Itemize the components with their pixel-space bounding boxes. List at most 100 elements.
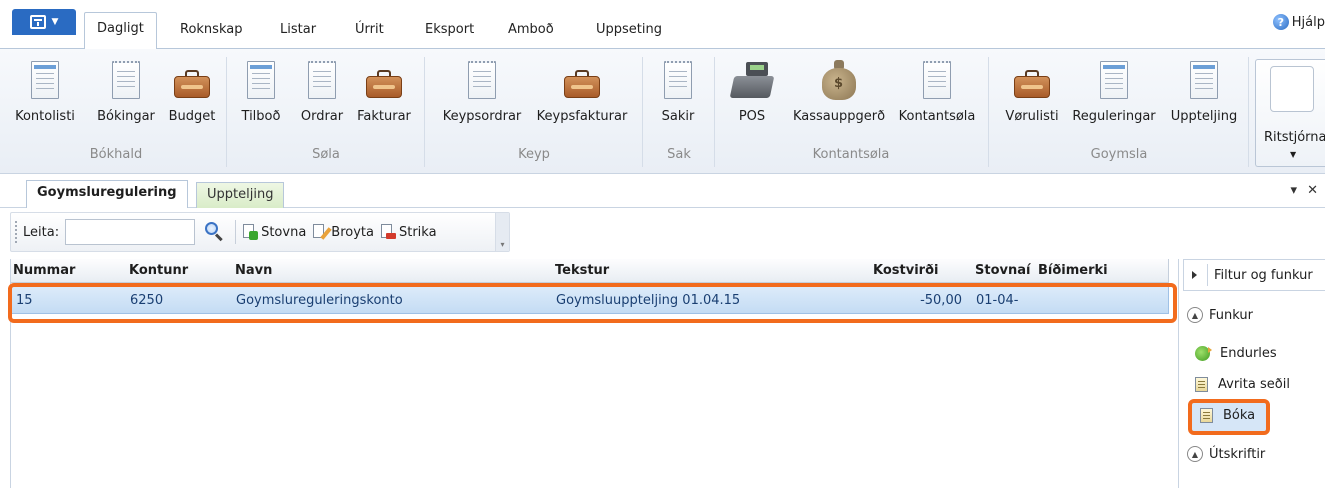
briefcase-icon bbox=[1014, 70, 1050, 98]
edit-document-icon bbox=[312, 224, 332, 240]
chevron-down-icon: ▼ bbox=[51, 17, 59, 27]
toolbar-separator bbox=[235, 220, 237, 244]
ribbon-button-ordrar[interactable]: Ordrar bbox=[294, 53, 350, 139]
cell-nummar: 15 bbox=[16, 293, 33, 308]
section-funkur[interactable]: ▲ Funkur bbox=[1187, 307, 1253, 323]
create-button[interactable]: Stovna bbox=[242, 224, 306, 240]
briefcase-icon bbox=[564, 70, 600, 98]
toolbar-grip[interactable] bbox=[15, 221, 19, 243]
group-label-kontantsola: Kontantsøla bbox=[812, 147, 890, 162]
toolbar-overflow-icon[interactable]: ▾ bbox=[495, 213, 509, 251]
delete-button[interactable]: Strika bbox=[380, 224, 437, 240]
column-header-stovnad[interactable]: Stovnaí bbox=[975, 263, 1035, 278]
receipt-icon bbox=[112, 61, 140, 99]
editor-icon bbox=[1270, 66, 1314, 112]
group-label-keyp: Keyp bbox=[518, 147, 550, 162]
ribbon-button-label: Budget bbox=[168, 109, 216, 124]
group-separator bbox=[642, 57, 643, 167]
help-button[interactable]: ? Hjálp bbox=[1272, 14, 1325, 30]
ledger-icon bbox=[247, 61, 275, 99]
editor-button-label: Ritstjórna bbox=[1264, 130, 1325, 145]
receipt-icon bbox=[308, 61, 336, 99]
application-menu-button[interactable]: ▼ bbox=[12, 9, 76, 35]
ribbon-button-label: Ordrar bbox=[300, 109, 344, 124]
boka-button[interactable]: Bóka bbox=[1188, 399, 1270, 435]
ribbon-tab-urrit[interactable]: Úrrit bbox=[343, 14, 396, 48]
column-header-kontunr[interactable]: Kontunr bbox=[129, 263, 229, 278]
toolbar: Leita: Stovna Broyta Strika ▾ bbox=[10, 212, 510, 252]
ribbon-button-fakturar[interactable]: Fakturar bbox=[352, 53, 416, 139]
ribbon-button-reguleringar[interactable]: Reguleringar bbox=[1066, 53, 1162, 139]
briefcase-icon bbox=[174, 70, 210, 98]
section-label: Útskriftir bbox=[1209, 446, 1266, 462]
ribbon-button-vorulisti[interactable]: Vørulisti bbox=[998, 53, 1066, 139]
ribbon-tab-dagligt[interactable]: Dagligt bbox=[84, 12, 157, 49]
ribbon-button-tilbod[interactable]: Tilboð bbox=[236, 53, 286, 139]
panel-item-boka: Bóka bbox=[1200, 408, 1255, 423]
cash-register-icon bbox=[729, 62, 775, 98]
ribbon-button-uppteljing[interactable]: Uppteljing bbox=[1164, 53, 1244, 139]
column-header-bidimerki[interactable]: Bíðimerki bbox=[1038, 263, 1148, 278]
column-header-kostvirdi[interactable]: Kostvirði bbox=[873, 263, 963, 278]
group-separator bbox=[226, 57, 227, 167]
ribbon-button-budget[interactable]: Budget bbox=[166, 53, 218, 139]
ribbon-tab-eksport[interactable]: Eksport bbox=[413, 14, 486, 48]
ribbon-button-keypsordrar[interactable]: Keypsordrar bbox=[434, 53, 530, 139]
ribbon-tab-ambod[interactable]: Amboð bbox=[496, 14, 566, 48]
ribbon-button-label: Reguleringar bbox=[1072, 109, 1156, 124]
refresh-icon bbox=[1195, 346, 1212, 361]
ribbon-button-pos[interactable]: POS bbox=[724, 53, 780, 139]
delete-label: Strika bbox=[398, 224, 437, 240]
ribbon-tab-uppseting[interactable]: Uppseting bbox=[584, 14, 674, 48]
ribbon-button-label: Kassauppgerð bbox=[792, 109, 886, 124]
column-header-tekstur[interactable]: Tekstur bbox=[555, 263, 855, 278]
ribbon-button-kontolisti[interactable]: Kontolisti bbox=[8, 53, 82, 139]
briefcase-icon bbox=[366, 70, 402, 98]
panel-item-avrita-sedil[interactable]: Avrita seðil bbox=[1195, 377, 1290, 392]
receipt-icon bbox=[468, 61, 496, 99]
ribbon-button-kontantsola[interactable]: Kontantsøla bbox=[894, 53, 980, 139]
doc-tab-goymsluregulering[interactable]: Goymsluregulering bbox=[26, 180, 188, 208]
cell-kontunr: 6250 bbox=[130, 293, 164, 308]
item-label: Bóka bbox=[1223, 408, 1256, 423]
edit-label: Broyta bbox=[331, 224, 374, 240]
ribbon-button-kassauppgerd[interactable]: Kassauppgerð bbox=[784, 53, 894, 139]
document-icon bbox=[1200, 408, 1213, 423]
ribbon-button-label: POS bbox=[738, 109, 766, 124]
editor-dropdown-button[interactable]: Ritstjórna ▼ bbox=[1255, 59, 1325, 167]
section-utskriftir[interactable]: ▲ Útskriftir bbox=[1187, 446, 1265, 462]
panel-header-separator bbox=[1207, 264, 1208, 286]
ribbon-button-label: Keypsordrar bbox=[442, 109, 522, 124]
search-input[interactable] bbox=[65, 219, 196, 245]
group-separator bbox=[988, 57, 989, 167]
ribbon: Kontolisti Bókingar Budget Tilboð Ordrar… bbox=[0, 48, 1325, 174]
ribbon-button-label: Uppteljing bbox=[1170, 109, 1238, 124]
app-tile-icon bbox=[29, 15, 46, 29]
filter-functions-panel: Filtur og funkur ▲ Funkur Endurles Avrit… bbox=[1178, 259, 1325, 488]
panel-title: Filtur og funkur bbox=[1214, 267, 1313, 283]
receipt-icon bbox=[923, 61, 951, 99]
search-icon[interactable] bbox=[203, 221, 225, 243]
create-label: Stovna bbox=[261, 224, 307, 240]
ribbon-tab-listar[interactable]: Listar bbox=[268, 14, 328, 48]
ribbon-tab-roknskap[interactable]: Roknskap bbox=[168, 14, 254, 48]
money-bag-icon bbox=[822, 60, 856, 100]
ribbon-button-bokingar[interactable]: Bókingar bbox=[90, 53, 162, 139]
panel-header[interactable]: Filtur og funkur bbox=[1183, 259, 1325, 291]
ledger-icon bbox=[1190, 61, 1218, 99]
group-label-sola: Søla bbox=[312, 147, 340, 162]
table-row[interactable]: 15 6250 Goymslureguleringskonto Goymsluu… bbox=[11, 286, 1169, 314]
grid-header: Nummar Kontunr Navn Tekstur Kostvirði St… bbox=[11, 259, 1169, 283]
edit-button[interactable]: Broyta bbox=[312, 224, 374, 240]
ribbon-tab-bar: ▼ Dagligt Roknskap Listar Úrrit Eksport … bbox=[0, 0, 1325, 49]
ribbon-button-keypsfakturar[interactable]: Keypsfakturar bbox=[530, 53, 634, 139]
doc-tab-uppteljing[interactable]: Uppteljing bbox=[196, 182, 285, 208]
ribbon-button-label: Keypsfakturar bbox=[536, 109, 628, 124]
column-header-nummar[interactable]: Nummar bbox=[13, 263, 113, 278]
tab-controls[interactable]: ▾ ✕ bbox=[1290, 183, 1321, 198]
group-label-bokhald: Bókhald bbox=[89, 147, 143, 162]
ribbon-button-sakir[interactable]: Sakir bbox=[652, 53, 704, 139]
panel-item-endurles[interactable]: Endurles bbox=[1195, 346, 1277, 361]
group-label-goymsla: Goymsla bbox=[1090, 147, 1148, 162]
column-header-navn[interactable]: Navn bbox=[235, 263, 545, 278]
